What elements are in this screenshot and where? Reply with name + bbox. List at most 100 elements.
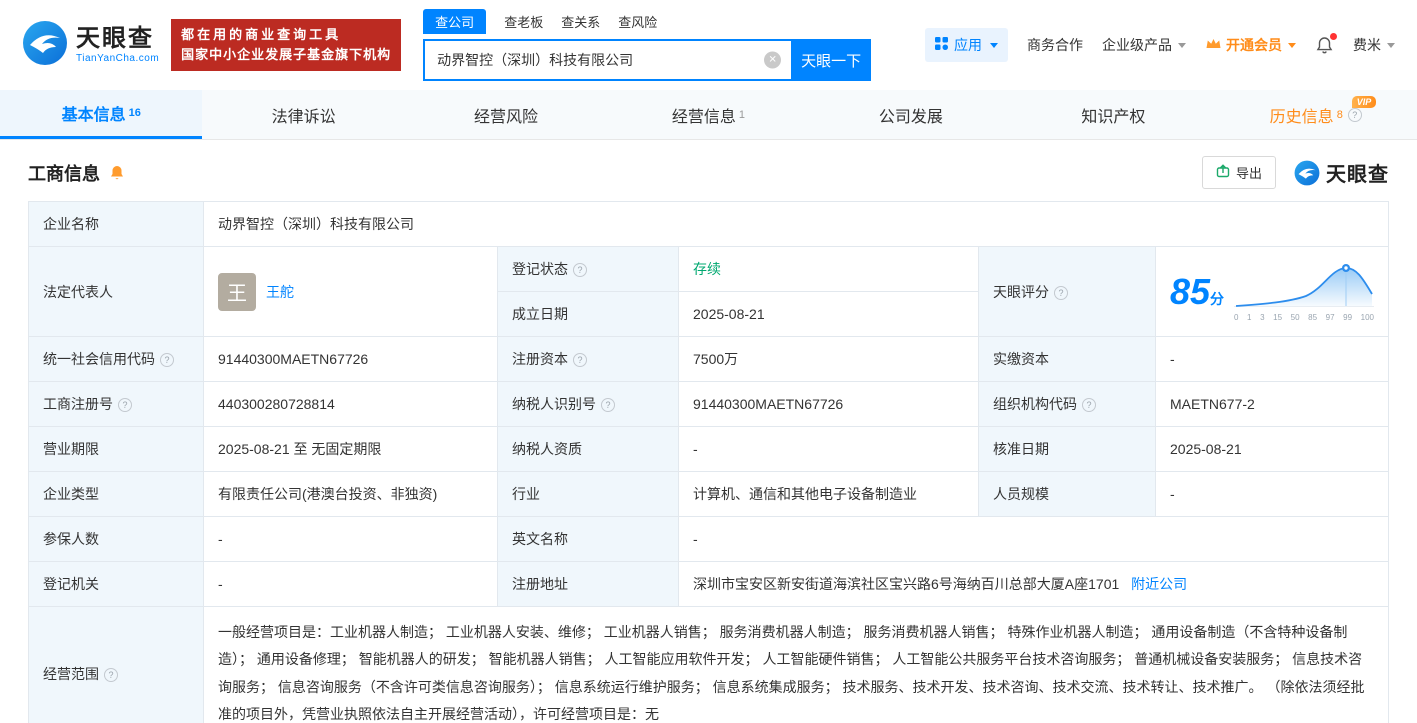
reg-authority-label: 登记机关 — [29, 562, 204, 607]
tab-history-info-count: 8 — [1337, 109, 1343, 121]
help-icon[interactable] — [1054, 286, 1068, 300]
search-tab-relation[interactable]: 查关系 — [561, 9, 600, 34]
search-tab-boss[interactable]: 查老板 — [504, 9, 543, 34]
tab-legal-proceedings[interactable]: 法律诉讼 — [202, 90, 404, 139]
legal-rep-label: 法定代表人 — [29, 247, 204, 337]
paid-capital-label: 实缴资本 — [979, 337, 1156, 382]
help-icon[interactable] — [104, 668, 118, 682]
user-account-menu[interactable]: 费米 — [1353, 35, 1395, 55]
tab-basic-info[interactable]: 基本信息 16 — [0, 90, 202, 139]
enterprise-products-label: 企业级产品 — [1102, 35, 1172, 55]
tab-operating-risk-label: 经营风险 — [474, 103, 538, 127]
help-icon[interactable] — [1348, 108, 1362, 122]
tianyancha-eye-icon — [22, 20, 68, 71]
status-badge: 存续 — [693, 261, 721, 277]
export-icon — [1216, 164, 1230, 181]
tianyancha-logo[interactable]: 天眼查 TianYanCha.com — [22, 20, 159, 71]
table-row: 经营范围 一般经营项目是：工业机器人制造； 工业机器人安装、维修； 工业机器人销… — [29, 607, 1389, 723]
export-button[interactable]: 导出 — [1202, 156, 1276, 189]
tab-basic-info-label: 基本信息 — [62, 101, 126, 125]
search-tab-company[interactable]: 查公司 — [423, 9, 486, 34]
username-label: 费米 — [1353, 35, 1381, 55]
reg-status-value: 存续 — [679, 247, 979, 292]
slogan-banner: 都在用的商业查询工具 国家中小企业发展子基金旗下机构 — [171, 19, 401, 71]
header-menu: 应用 商务合作 企业级产品 开通会员 费米 — [925, 28, 1395, 62]
taxpayer-quality-value: - — [679, 427, 979, 472]
search-tabs: 查公司 查老板 查关系 查风险 — [423, 9, 871, 34]
chevron-down-icon — [1178, 43, 1186, 48]
chevron-down-icon — [990, 43, 998, 48]
address-text: 深圳市宝安区新安街道海滨社区宝兴路6号海纳百川总部大厦A座1701 — [693, 576, 1119, 592]
business-term-label: 营业期限 — [29, 427, 204, 472]
monitor-bell-icon[interactable] — [108, 164, 126, 182]
tianyancha-eye-icon — [1294, 160, 1320, 186]
taxpayer-id-value: 91440300MAETN67726 — [679, 382, 979, 427]
help-icon[interactable] — [573, 263, 587, 277]
tab-operating-risk[interactable]: 经营风险 — [405, 90, 607, 139]
reg-capital-value: 7500万 — [679, 337, 979, 382]
slogan-line2: 国家中小企业发展子基金旗下机构 — [181, 45, 391, 65]
tab-business-info[interactable]: 经营信息 1 — [607, 90, 809, 139]
search-submit-button[interactable]: 天眼一下 — [791, 39, 871, 81]
tianyancha-watermark: 天眼查 — [1294, 158, 1389, 187]
taxpayer-quality-label: 纳税人资质 — [498, 427, 679, 472]
open-vip-menu[interactable]: 开通会员 — [1205, 35, 1296, 55]
section-title: 工商信息 — [28, 160, 100, 186]
table-row: 法定代表人 王 王舵 登记状态 存续 天眼评分 85分 — [29, 247, 1389, 292]
export-label: 导出 — [1236, 163, 1262, 182]
staff-size-value: - — [1156, 472, 1389, 517]
establish-date-label: 成立日期 — [498, 292, 679, 337]
help-icon[interactable] — [160, 353, 174, 367]
tab-history-info[interactable]: 历史信息 8 VIP — [1215, 90, 1417, 139]
table-row: 企业名称 动界智控（深圳）科技有限公司 — [29, 202, 1389, 247]
reg-capital-label: 注册资本 — [498, 337, 679, 382]
business-cooperation-link[interactable]: 商务合作 — [1027, 35, 1083, 55]
table-row: 统一社会信用代码 91440300MAETN67726 注册资本 7500万 实… — [29, 337, 1389, 382]
company-nav-tabs: 基本信息 16 法律诉讼 经营风险 经营信息 1 公司发展 知识产权 历史信息 … — [0, 90, 1417, 140]
legal-rep-cell: 王 王舵 — [204, 247, 498, 337]
slogan-line1: 都在用的商业查询工具 — [181, 25, 391, 45]
english-name-value: - — [679, 517, 1389, 562]
search-tab-risk[interactable]: 查风险 — [618, 9, 657, 34]
reg-status-label: 登记状态 — [498, 247, 679, 292]
business-scope-value: 一般经营项目是：工业机器人制造； 工业机器人安装、维修； 工业机器人销售； 服务… — [204, 607, 1389, 723]
table-row: 企业类型 有限责任公司(港澳台投资、非独资) 行业 计算机、通信和其他电子设备制… — [29, 472, 1389, 517]
org-code-value: MAETN677-2 — [1156, 382, 1389, 427]
company-type-label: 企业类型 — [29, 472, 204, 517]
tab-history-info-label: 历史信息 — [1270, 103, 1334, 127]
legal-rep-name-link[interactable]: 王舵 — [266, 282, 294, 302]
legal-rep-avatar[interactable]: 王 — [218, 273, 256, 311]
table-row: 工商注册号 440300280728814 纳税人识别号 91440300MAE… — [29, 382, 1389, 427]
credit-code-label: 统一社会信用代码 — [29, 337, 204, 382]
apps-grid-icon — [935, 37, 948, 53]
tab-company-development-label: 公司发展 — [879, 103, 943, 127]
notification-dot — [1330, 33, 1337, 40]
paid-capital-value: - — [1156, 337, 1389, 382]
tab-legal-proceedings-label: 法律诉讼 — [272, 103, 336, 127]
crown-icon — [1205, 37, 1222, 53]
industry-value: 计算机、通信和其他电子设备制造业 — [679, 472, 979, 517]
section-header: 工商信息 导出 天眼查 — [0, 140, 1417, 201]
help-icon[interactable] — [573, 353, 587, 367]
tab-intellectual-property[interactable]: 知识产权 — [1012, 90, 1214, 139]
tab-company-development[interactable]: 公司发展 — [810, 90, 1012, 139]
reg-number-label: 工商注册号 — [29, 382, 204, 427]
clear-search-icon[interactable] — [764, 52, 781, 69]
apps-menu-label: 应用 — [954, 35, 982, 55]
watermark-brand-text: 天眼查 — [1326, 158, 1389, 187]
business-registration-table: 企业名称 动界智控（深圳）科技有限公司 法定代表人 王 王舵 登记状态 存续 天… — [28, 201, 1389, 723]
credit-code-value: 91440300MAETN67726 — [204, 337, 498, 382]
search-input[interactable] — [423, 39, 791, 81]
nearby-companies-link[interactable]: 附近公司 — [1131, 576, 1187, 592]
help-icon[interactable] — [1082, 398, 1096, 412]
business-scope-label: 经营范围 — [29, 607, 204, 723]
logo-domain-text: TianYanCha.com — [76, 53, 159, 64]
apps-menu[interactable]: 应用 — [925, 28, 1008, 62]
help-icon[interactable] — [118, 398, 132, 412]
approval-date-label: 核准日期 — [979, 427, 1156, 472]
table-row: 营业期限 2025-08-21 至 无固定期限 纳税人资质 - 核准日期 202… — [29, 427, 1389, 472]
table-row: 登记机关 - 注册地址 深圳市宝安区新安街道海滨社区宝兴路6号海纳百川总部大厦A… — [29, 562, 1389, 607]
enterprise-products-menu[interactable]: 企业级产品 — [1102, 35, 1186, 55]
help-icon[interactable] — [601, 398, 615, 412]
notifications-bell[interactable] — [1315, 36, 1334, 55]
